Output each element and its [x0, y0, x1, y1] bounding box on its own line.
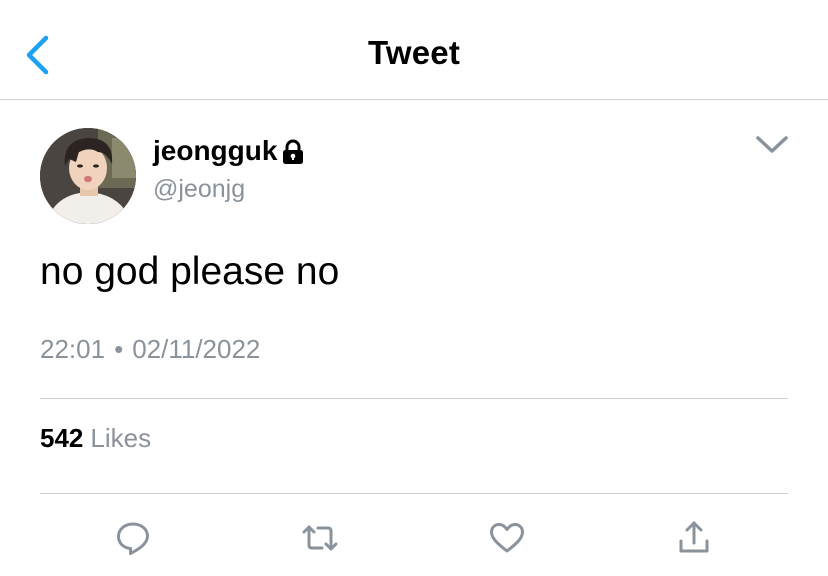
divider: [40, 493, 788, 494]
likes-label: Likes: [90, 423, 152, 453]
retweet-icon: [302, 525, 338, 551]
chevron-down-icon: [756, 136, 788, 153]
retweet-button[interactable]: [300, 518, 340, 558]
meta-separator: •: [114, 334, 124, 364]
divider: [40, 398, 788, 399]
heart-icon: [490, 523, 524, 553]
tweet-time: 22:01: [40, 334, 106, 364]
avatar-photo: [40, 128, 136, 224]
display-name-row: jeongguk: [153, 133, 305, 169]
likes-count: 542: [40, 423, 84, 453]
share-icon: [679, 521, 709, 553]
reply-button[interactable]: [113, 518, 153, 558]
likes-stat[interactable]: 542 Likes: [40, 423, 151, 454]
nav-header: Tweet: [0, 0, 828, 100]
lock-icon: [283, 139, 304, 164]
reply-icon: [117, 522, 149, 555]
user-handle[interactable]: @jeonjg: [153, 175, 245, 204]
tweet-detail-screen: Tweet jeongguk @jeonjg no god please no …: [0, 0, 828, 576]
tweet-date: 02/11/2022: [132, 334, 261, 364]
share-button[interactable]: [674, 518, 714, 558]
more-options-button[interactable]: [752, 131, 792, 159]
tweet-timestamp: 22:01 • 02/11/2022: [40, 334, 260, 365]
display-name[interactable]: jeongguk: [153, 135, 277, 167]
page-title: Tweet: [367, 34, 461, 71]
avatar[interactable]: [40, 128, 136, 224]
tweet-text: no god please no: [40, 250, 340, 293]
like-button[interactable]: [487, 518, 527, 558]
